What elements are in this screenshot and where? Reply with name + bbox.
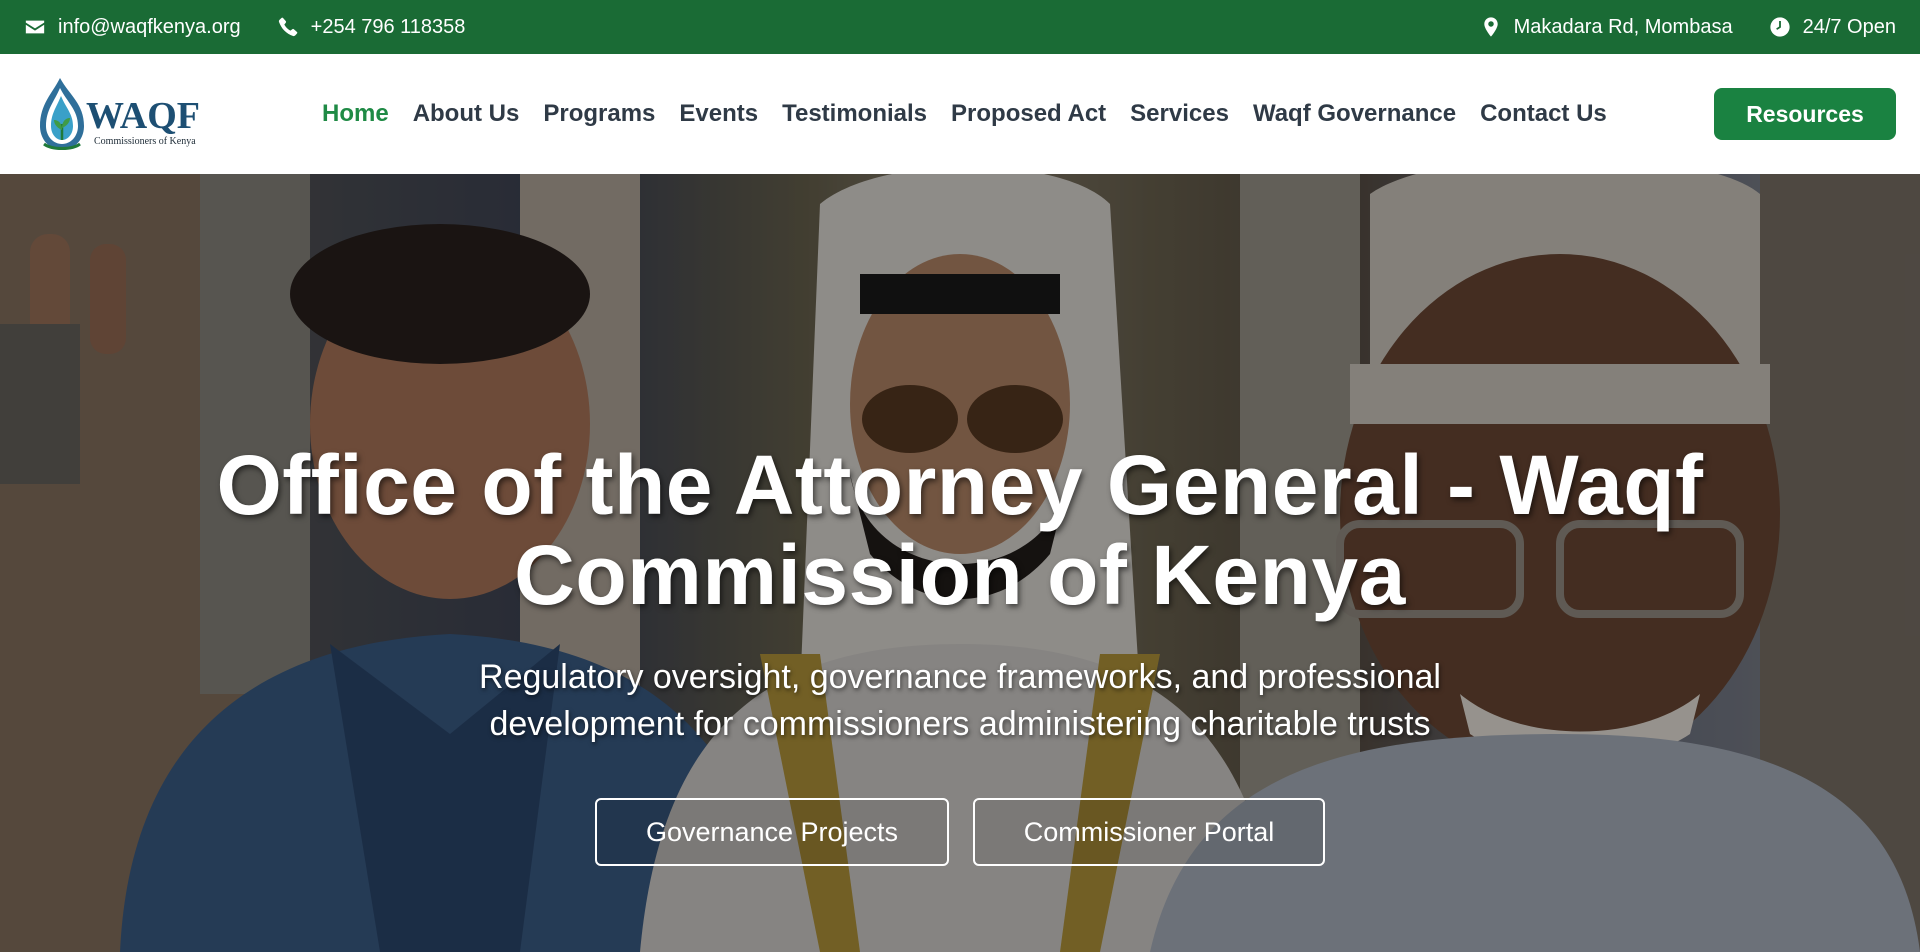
site-logo[interactable]: WAQF Commissioners of Kenya [32,74,202,154]
nav-item-home[interactable]: Home [322,100,389,128]
top-contact-bar: info@waqfkenya.org +254 796 118358 Makad… [0,0,1920,54]
topbar-right: Makadara Rd, Mombasa 24/7 Open [1480,16,1896,39]
phone-contact[interactable]: +254 796 118358 [277,15,466,39]
envelope-icon [24,16,46,38]
nav-item-events[interactable]: Events [679,100,758,128]
nav-item-proposed-act[interactable]: Proposed Act [951,100,1106,128]
waqf-logo-mark: WAQF Commissioners of Kenya [40,78,200,150]
hero-section: Office of the Attorney General - Waqf Co… [0,174,1920,952]
nav-item-contact-us[interactable]: Contact Us [1480,100,1607,128]
hero-buttons: Governance Projects Commissioner Portal [595,798,1325,866]
hero-subtitle: Regulatory oversight, governance framewo… [479,658,1441,743]
site-header: WAQF Commissioners of Kenya Home About U… [0,54,1920,174]
topbar-left: info@waqfkenya.org +254 796 118358 [24,16,465,39]
logo-tagline: Commissioners of Kenya [94,136,196,147]
clock-icon [1769,16,1791,38]
nav-item-services[interactable]: Services [1130,100,1229,128]
hours-text: 24/7 Open [1802,15,1896,38]
map-pin-icon [1480,16,1502,38]
main-navigation: Home About Us Programs Events Testimonia… [322,100,1607,128]
hero-title: Office of the Attorney General - Waqf Co… [216,438,1704,622]
nav-item-testimonials[interactable]: Testimonials [782,100,927,128]
email-contact[interactable]: info@waqfkenya.org [24,16,241,39]
resources-button[interactable]: Resources [1714,88,1896,140]
nav-item-about-us[interactable]: About Us [413,100,520,128]
commissioner-portal-button[interactable]: Commissioner Portal [973,798,1325,866]
governance-projects-button[interactable]: Governance Projects [595,798,949,866]
email-text: info@waqfkenya.org [58,15,241,38]
nav-item-waqf-governance[interactable]: Waqf Governance [1253,100,1456,128]
phone-text: +254 796 118358 [310,15,466,38]
address-text: Makadara Rd, Mombasa [1513,15,1733,38]
address-info[interactable]: Makadara Rd, Mombasa [1480,16,1733,39]
nav-item-programs[interactable]: Programs [543,100,655,128]
phone-icon [277,16,299,38]
logo-wordmark: WAQF [86,95,200,137]
hero-content: Office of the Attorney General - Waqf Co… [0,174,1920,952]
hours-info: 24/7 Open [1769,16,1896,39]
